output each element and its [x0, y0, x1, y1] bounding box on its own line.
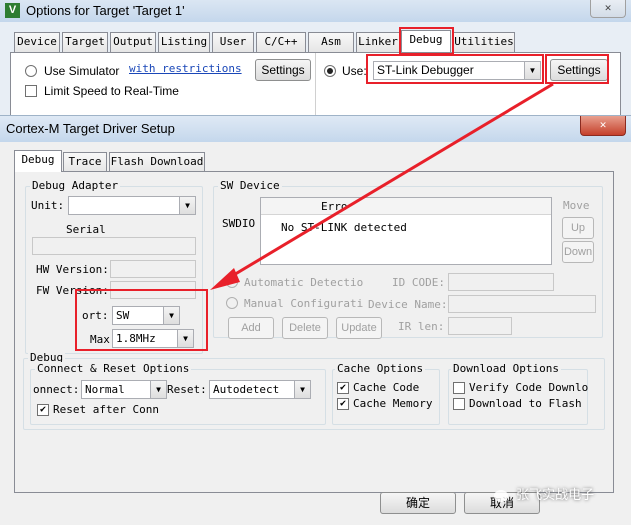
tab-linker[interactable]: Linker	[356, 32, 400, 52]
id-code-field[interactable]	[448, 273, 554, 291]
cache-options-group: Cache Options ✔ Cache Code ✔ Cache Memor…	[332, 362, 440, 425]
debug-adapter-legend: Debug Adapter	[30, 179, 121, 192]
use-simulator-radio[interactable]	[25, 65, 37, 77]
tab-listing[interactable]: Listing	[158, 32, 210, 52]
sw-device-legend: SW Device	[218, 179, 282, 192]
serial-field	[32, 237, 196, 255]
connect-reset-group: Connect & Reset Options onnect: Normal ▼…	[30, 362, 326, 425]
highlight-debug-tab	[399, 27, 454, 55]
wechat-icon	[494, 489, 508, 502]
up-button[interactable]: Up	[562, 217, 594, 239]
tab-user[interactable]: User	[212, 32, 254, 52]
connect-label: onnect:	[33, 383, 80, 396]
reset-label: Reset:	[167, 383, 207, 396]
cache-memory-label[interactable]: Cache Memory	[353, 397, 432, 410]
swdio-label: SWDIO	[222, 217, 256, 230]
driver-setup-dialog: Cortex-M Target Driver Setup ✕ Debug Tra…	[0, 115, 631, 525]
hw-version-field	[110, 260, 196, 278]
dialog-tab-trace[interactable]: Trace	[63, 152, 107, 172]
cache-code-checkbox[interactable]: ✔	[337, 382, 349, 394]
use-label[interactable]: Use:	[342, 64, 367, 78]
use-simulator-label[interactable]: Use Simulator	[44, 64, 119, 78]
ir-len-field[interactable]	[448, 317, 512, 335]
dialog-tab-flash-download[interactable]: Flash Download	[109, 152, 205, 172]
chevron-down-icon: ▼	[179, 197, 195, 214]
dialog-title: Cortex-M Target Driver Setup	[6, 121, 175, 136]
chevron-down-icon: ▼	[150, 381, 166, 398]
download-options-group: Download Options Verify Code Downlo Down…	[448, 362, 588, 425]
reset-after-conn-label[interactable]: Reset after Conn	[53, 403, 159, 416]
tab-utilities[interactable]: Utilities	[453, 32, 515, 52]
reset-select[interactable]: Autodetect ▼	[209, 380, 311, 399]
chevron-down-icon: ▼	[294, 381, 310, 398]
highlight-debugger-select	[366, 54, 544, 84]
sw-device-list[interactable]: Erro No ST-LINK detected	[260, 197, 552, 265]
ir-len-label: IR len:	[398, 320, 445, 333]
tab-target[interactable]: Target	[62, 32, 108, 52]
device-name-label: Device Name:	[368, 298, 448, 311]
down-button[interactable]: Down	[562, 241, 594, 263]
watermark-text: 张飞实战电子	[516, 488, 595, 503]
sw-device-group: SW Device SWDIO Erro No ST-LINK detected…	[213, 179, 603, 339]
manual-config-label: Manual Configurati	[244, 297, 364, 310]
verify-code-checkbox[interactable]	[453, 382, 465, 394]
move-label: Move	[563, 199, 590, 212]
dialog-tab-debug[interactable]: Debug	[14, 150, 62, 172]
hw-version-label: HW Version:	[36, 263, 109, 276]
unit-select[interactable]: ▼	[68, 196, 196, 215]
connect-reset-legend: Connect & Reset Options	[35, 362, 192, 375]
use-debugger-radio[interactable]	[324, 65, 336, 77]
download-options-legend: Download Options	[451, 362, 561, 375]
with-restrictions-link[interactable]: with restrictions	[129, 62, 242, 75]
outer-title-bar: V Options for Target 'Target 1' ✕	[0, 0, 631, 22]
tab-c-cpp[interactable]: C/C++	[256, 32, 306, 52]
verify-code-label[interactable]: Verify Code Downlo	[469, 381, 588, 394]
delete-button[interactable]: Delete	[282, 317, 328, 339]
close-icon: ✕	[604, 1, 612, 14]
id-code-label: ID CODE:	[392, 276, 445, 289]
debug-group: Debug Connect & Reset Options onnect: No…	[23, 351, 605, 430]
cache-code-label[interactable]: Cache Code	[353, 381, 419, 394]
download-flash-label[interactable]: Download to Flash	[469, 397, 582, 410]
tab-device[interactable]: Device	[14, 32, 60, 52]
outer-close-button[interactable]: ✕	[590, 0, 626, 18]
limit-speed-label[interactable]: Limit Speed to Real-Time	[44, 84, 179, 98]
vertical-divider	[315, 53, 316, 123]
reset-after-conn-checkbox[interactable]: ✔	[37, 404, 49, 416]
ok-button[interactable]: 确定	[380, 492, 456, 514]
tab-output[interactable]: Output	[110, 32, 156, 52]
add-button[interactable]: Add	[228, 317, 274, 339]
error-column-header: Erro	[321, 200, 348, 213]
cache-options-legend: Cache Options	[335, 362, 426, 375]
error-message: No ST-LINK detected	[281, 221, 407, 234]
serial-label: Serial	[66, 223, 106, 236]
manual-config-radio[interactable]	[226, 297, 238, 309]
close-icon: ✕	[599, 118, 607, 131]
connect-select[interactable]: Normal ▼	[81, 380, 167, 399]
highlight-port-clock	[75, 289, 208, 351]
download-flash-checkbox[interactable]	[453, 398, 465, 410]
unit-label: Unit:	[31, 199, 65, 212]
limit-speed-checkbox[interactable]	[25, 85, 37, 97]
update-button[interactable]: Update	[336, 317, 382, 339]
auto-detect-label: Automatic Detectio	[244, 276, 364, 289]
list-header: Erro	[261, 198, 551, 215]
app-icon: V	[5, 3, 20, 18]
device-name-field[interactable]	[448, 295, 596, 313]
outer-title: Options for Target 'Target 1'	[26, 3, 185, 18]
dialog-title-bar: Cortex-M Target Driver Setup ✕	[0, 116, 631, 142]
auto-detect-radio[interactable]	[226, 276, 238, 288]
dialog-close-button[interactable]: ✕	[580, 116, 626, 136]
outer-tabs: Device Target Output Listing User C/C++ …	[0, 30, 631, 54]
watermark: 张飞实战电子	[494, 484, 594, 503]
highlight-settings-button	[545, 54, 609, 84]
cache-memory-checkbox[interactable]: ✔	[337, 398, 349, 410]
settings-left-button[interactable]: Settings	[255, 59, 311, 81]
tab-asm[interactable]: Asm	[308, 32, 354, 52]
